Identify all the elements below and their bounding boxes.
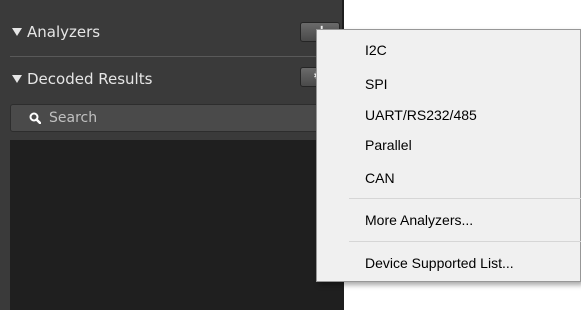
menu-item-parallel[interactable]: Parallel <box>365 133 412 157</box>
decoded-results-label: Decoded Results <box>27 70 153 88</box>
menu-item-device-supported-list[interactable]: Device Supported List... <box>365 251 514 275</box>
analyzers-label: Analyzers <box>27 23 101 41</box>
menu-separator <box>349 198 581 199</box>
analyzers-header[interactable]: Analyzers <box>0 19 342 45</box>
menu-item-can[interactable]: CAN <box>365 166 395 190</box>
menu-item-uart[interactable]: UART/RS232/485 <box>365 103 477 127</box>
collapse-caret-icon[interactable] <box>12 28 22 36</box>
menu-item-more-analyzers[interactable]: More Analyzers... <box>365 208 473 232</box>
collapse-caret-icon[interactable] <box>12 75 22 83</box>
menu-item-spi[interactable]: SPI <box>365 72 388 96</box>
decoded-results-list[interactable] <box>10 140 342 310</box>
search-input[interactable] <box>49 110 299 126</box>
divider <box>10 56 342 57</box>
search-box[interactable] <box>10 104 342 132</box>
side-panel: Analyzers + Decoded Results ⚙ <box>0 0 344 310</box>
menu-separator <box>349 241 581 242</box>
decoded-results-header[interactable]: Decoded Results <box>0 66 342 92</box>
search-icon <box>29 112 41 124</box>
add-analyzer-menu: I2C SPI UART/RS232/485 Parallel CAN More… <box>316 29 581 282</box>
menu-item-i2c[interactable]: I2C <box>365 38 387 62</box>
